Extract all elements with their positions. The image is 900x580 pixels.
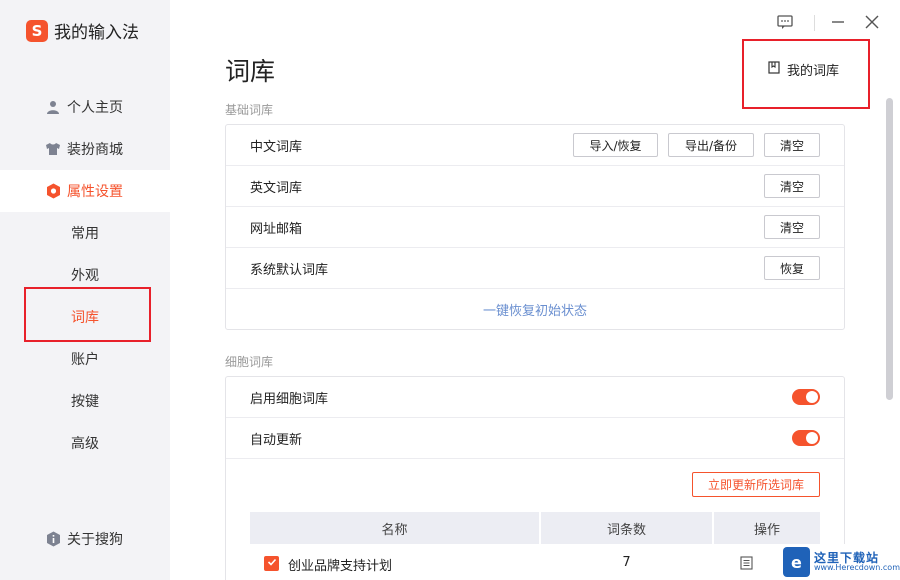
- section-title-basic: 基础词库: [225, 103, 274, 117]
- import-restore-button[interactable]: 导入/恢复: [573, 133, 658, 157]
- row-label: 英文词库: [250, 180, 303, 196]
- sidebar-item-label: 装扮商城: [67, 142, 123, 158]
- sidebar-item-profile[interactable]: 个人主页: [0, 86, 170, 128]
- sidebar-item-label: 个人主页: [67, 100, 123, 116]
- sub-item-appearance[interactable]: 外观: [0, 254, 170, 296]
- watermark-en: www.Herecdown.com: [813, 563, 900, 573]
- info-hexagon-icon: [45, 531, 61, 547]
- watermark-text: 这里下载站 www.Herecdown.com: [813, 551, 900, 573]
- table-row: 创业品牌支持计划 7: [250, 544, 820, 580]
- user-icon: [45, 99, 61, 115]
- close-icon: [865, 15, 879, 33]
- vertical-scrollbar[interactable]: [886, 98, 893, 400]
- row-chinese-dictionary: 中文词库 导入/恢复 导出/备份 清空: [226, 125, 844, 166]
- clear-url-email-button[interactable]: 清空: [764, 215, 820, 239]
- minimize-icon: [831, 15, 845, 33]
- book-icon: [768, 61, 780, 78]
- restore-system-button[interactable]: 恢复: [764, 256, 820, 280]
- my-dictionary-button[interactable]: 我的词库: [768, 60, 839, 79]
- enable-cell-toggle[interactable]: [792, 389, 820, 405]
- sidebar: S 我的输入法 个人主页 装扮商城 属性设置 常用 外观 词库 账户 按键 高级…: [0, 0, 170, 580]
- document-icon: [740, 556, 753, 574]
- sub-item-keys[interactable]: 按键: [0, 380, 170, 422]
- check-icon: [267, 557, 277, 570]
- row-auto-update: 自动更新: [226, 418, 844, 459]
- row-label: 网址邮箱: [250, 221, 303, 237]
- titlebar-divider: [814, 15, 815, 31]
- minimize-button[interactable]: [826, 12, 850, 36]
- dictionary-name: 创业品牌支持计划: [288, 559, 393, 574]
- basic-dictionary-card: 中文词库 导入/恢复 导出/备份 清空 英文词库 清空 网址邮箱 清空 系统默认…: [225, 124, 845, 330]
- clear-english-button[interactable]: 清空: [764, 174, 820, 198]
- sub-item-common[interactable]: 常用: [0, 212, 170, 254]
- page-title: 词库: [225, 57, 276, 86]
- row-url-email: 网址邮箱 清空: [226, 207, 844, 248]
- brand: S 我的输入法: [26, 18, 139, 43]
- row-label: 启用细胞词库: [250, 391, 329, 407]
- table-header: 名称 词条数 操作: [250, 512, 820, 544]
- sub-item-account[interactable]: 账户: [0, 338, 170, 380]
- section-title-cell: 细胞词库: [225, 355, 274, 369]
- auto-update-toggle[interactable]: [792, 430, 820, 446]
- my-dictionary-label: 我的词库: [787, 64, 840, 79]
- sub-item-advanced[interactable]: 高级: [0, 422, 170, 464]
- row-system-default: 系统默认词库 恢复: [226, 248, 844, 289]
- restore-initial-link[interactable]: 一键恢复初始状态: [226, 300, 844, 319]
- chat-icon: [777, 15, 793, 33]
- cell-dictionary-card: 启用细胞词库 自动更新 立即更新所选词库 名称 词条数 操作 创业品牌支持计划 …: [225, 376, 845, 580]
- sidebar-item-label: 属性设置: [67, 184, 123, 200]
- hexagon-settings-icon: [45, 183, 61, 199]
- row-enable-cell: 启用细胞词库: [226, 377, 844, 418]
- row-label: 中文词库: [250, 139, 303, 155]
- update-selected-button[interactable]: 立即更新所选词库: [692, 472, 820, 497]
- entry-count: 7: [622, 555, 631, 570]
- sidebar-item-skin-store[interactable]: 装扮商城: [0, 128, 170, 170]
- app-title: 我的输入法: [54, 23, 139, 43]
- feedback-button[interactable]: [773, 12, 797, 36]
- watermark: e 这里下载站 www.Herecdown.com: [779, 544, 900, 580]
- close-button[interactable]: [860, 12, 884, 36]
- sidebar-item-settings[interactable]: 属性设置: [0, 170, 170, 212]
- column-header-name: 名称: [381, 522, 408, 538]
- row-label: 自动更新: [250, 432, 303, 448]
- tshirt-icon: [45, 141, 61, 157]
- clear-chinese-button[interactable]: 清空: [764, 133, 820, 157]
- sidebar-item-about[interactable]: 关于搜狗: [0, 518, 170, 560]
- watermark-logo-icon: e: [783, 547, 810, 577]
- column-header-count: 词条数: [606, 522, 646, 538]
- sub-item-dictionary[interactable]: 词库: [0, 296, 170, 338]
- sidebar-item-label: 关于搜狗: [67, 532, 123, 548]
- sogou-logo-icon: S: [26, 19, 48, 42]
- column-header-actions: 操作: [753, 522, 780, 538]
- export-backup-button[interactable]: 导出/备份: [668, 133, 754, 157]
- row-detail-button[interactable]: [740, 556, 753, 574]
- row-english-dictionary: 英文词库 清空: [226, 166, 844, 207]
- row-checkbox[interactable]: [264, 556, 279, 571]
- row-label: 系统默认词库: [250, 262, 329, 278]
